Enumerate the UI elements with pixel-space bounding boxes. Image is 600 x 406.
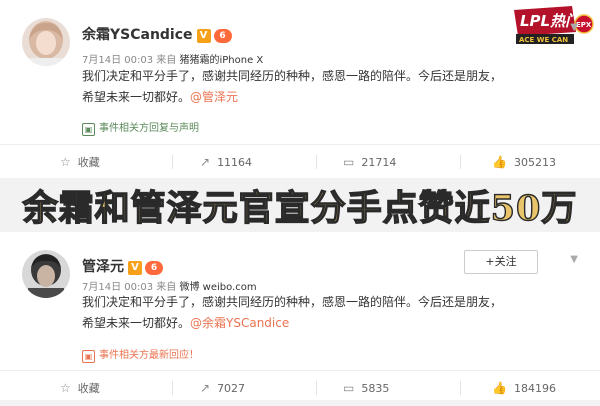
repost-icon: ↗ (200, 155, 211, 169)
post-meta: 7月14日 00:03 来自 微博 weibo.com (82, 278, 257, 293)
content-line-2: 希望未来一切都好。 (82, 90, 191, 104)
post-card-2: 管泽元 V 6 +关注 ▼ 7月14日 00:03 来自 微博 weibo.com … (0, 232, 600, 400)
post-card-1: 余霜YSCandice V 6 7月14日 00:03 来自 猪猪霜的iPhone … (0, 0, 600, 178)
repost-count: 11164 (217, 156, 253, 169)
favorite-button[interactable]: ☆ 收藏 (60, 145, 100, 179)
repost-count: 7027 (217, 382, 246, 395)
logo-side-text: EPX (576, 21, 592, 29)
favorite-label: 收藏 (77, 156, 100, 169)
chevron-down-icon[interactable]: ▼ (570, 22, 578, 33)
divider (460, 155, 461, 169)
event-link[interactable]: ▣ 事件相关方最新回应！ (82, 346, 199, 363)
content-line-2: 希望未来一切都好。 (82, 316, 191, 330)
divider (316, 381, 317, 395)
comment-icon: ▭ (343, 155, 355, 169)
username[interactable]: 余霜YSCandice V 6 (82, 24, 232, 44)
thumbs-up-icon: 👍 (492, 155, 507, 169)
verified-badge: V (196, 29, 211, 43)
level-badge: 6 (145, 261, 163, 275)
lpl-logo-icon: LPL热门 ACE WE CAN EPX (514, 6, 594, 44)
post-date[interactable]: 7月14日 00:03 (82, 55, 153, 66)
action-bar: ☆ 收藏 ↗ 11164 ▭ 21714 👍 305213 (0, 144, 600, 179)
like-button[interactable]: 👍 305213 (492, 145, 556, 179)
mention-link[interactable]: @余霜YSCandice (190, 316, 289, 330)
comment-count: 5835 (361, 382, 390, 395)
post-content: 我们决定和平分手了，感谢共同经历的种种，感恩一路的陪伴。今后还是朋友， 希望未来… (82, 66, 582, 108)
event-text[interactable]: 事件相关方回复与声明 (99, 123, 199, 134)
like-count: 184196 (513, 382, 556, 395)
star-icon: ☆ (60, 155, 71, 169)
headline-text: 余霜和管泽元官宣分手点赞近50万 (22, 187, 578, 229)
chevron-down-icon[interactable]: ▼ (570, 254, 578, 265)
post-meta: 7月14日 00:03 来自 猪猪霜的iPhone X (82, 51, 263, 66)
divider (172, 381, 173, 395)
content-line-1: 我们决定和平分手了，感谢共同经历的种种，感恩一路的陪伴。今后还是朋友， (82, 295, 503, 309)
favorite-label: 收藏 (77, 382, 100, 395)
post-source[interactable]: 猪猪霜的iPhone X (179, 55, 263, 66)
divider (172, 155, 173, 169)
username[interactable]: 管泽元 V 6 (82, 256, 163, 276)
event-text[interactable]: 事件相关方最新回应！ (99, 350, 199, 361)
divider (460, 381, 461, 395)
comment-button[interactable]: ▭ 21714 (343, 145, 396, 179)
verified-badge: V (128, 261, 142, 275)
event-link[interactable]: ▣ 事件相关方回复与声明 (82, 119, 199, 136)
username-text[interactable]: 余霜YSCandice (82, 27, 193, 43)
avatar[interactable] (22, 18, 70, 66)
mention-link[interactable]: @管泽元 (190, 90, 238, 104)
source-prefix: 来自 (156, 55, 177, 66)
post-content: 我们决定和平分手了，感谢共同经历的种种，感恩一路的陪伴。今后还是朋友， 希望未来… (82, 292, 582, 334)
like-count: 305213 (513, 156, 556, 169)
repost-button[interactable]: ↗ 11164 (200, 145, 252, 179)
headline-banner: 余霜和管泽元官宣分手点赞近50万 (0, 178, 600, 232)
avatar[interactable] (22, 250, 70, 298)
follow-button[interactable]: +关注 (464, 250, 538, 274)
level-badge: 6 (213, 29, 232, 43)
divider (316, 155, 317, 169)
content-line-1: 我们决定和平分手了，感谢共同经历的种种，感恩一路的陪伴。今后还是朋友， (82, 69, 503, 83)
event-icon: ▣ (82, 350, 95, 363)
comment-count: 21714 (361, 156, 397, 169)
event-icon: ▣ (82, 123, 95, 136)
username-text[interactable]: 管泽元 (82, 259, 124, 275)
logo-bottom-text: ACE WE CAN (519, 36, 568, 44)
